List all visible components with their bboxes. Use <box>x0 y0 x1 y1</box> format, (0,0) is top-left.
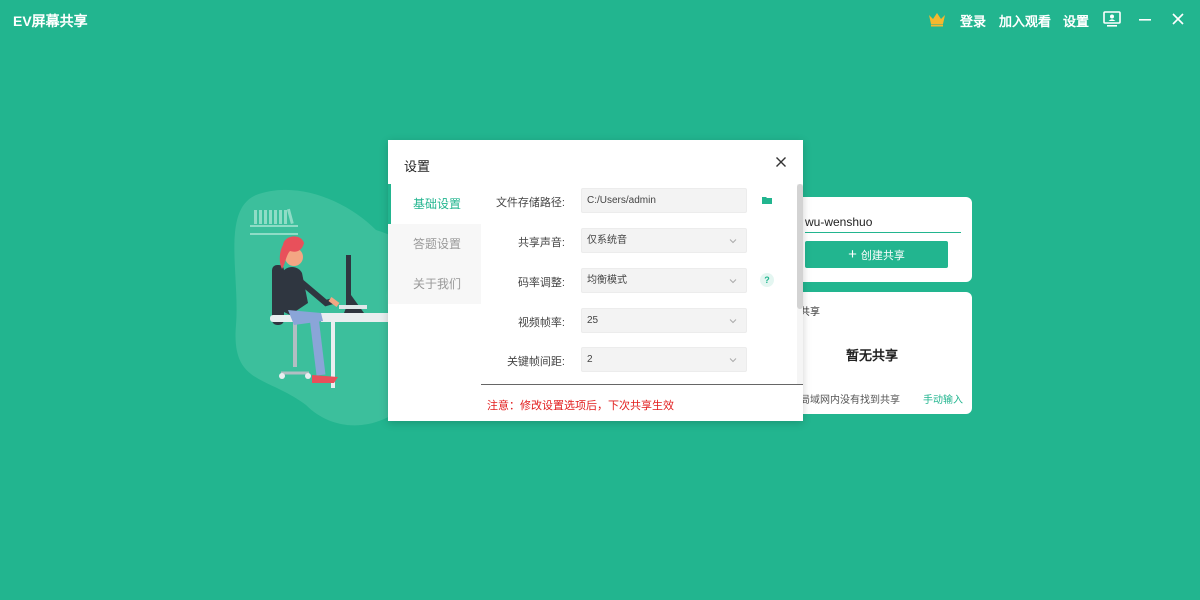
settings-form: 文件存储路径: C:/Users/admin 共享声音: 仅系统音 码率调整: … <box>481 184 803 384</box>
share-audio-label: 共享声音: <box>517 237 565 249</box>
folder-icon[interactable] <box>761 194 773 206</box>
bitrate-select[interactable]: 均衡模式 <box>581 268 747 293</box>
title-bar: EV屏幕共享 登录 加入观看 设置 <box>0 0 1200 38</box>
share-name-input[interactable] <box>805 211 961 233</box>
scrollbar-thumb[interactable] <box>797 184 803 309</box>
frame-rate-select[interactable]: 25 <box>581 308 747 333</box>
chevron-down-icon <box>729 358 737 363</box>
tab-quiz-settings[interactable]: 答题设置 <box>388 224 481 264</box>
join-watch-link[interactable]: 加入观看 <box>999 11 1051 30</box>
settings-notice: 注意：修改设置选项后，下次共享生效 <box>487 400 674 412</box>
keyframe-interval-select[interactable]: 2 <box>581 347 747 372</box>
crown-icon[interactable] <box>927 11 947 27</box>
tab-basic-settings[interactable]: 基础设置 <box>388 184 481 224</box>
lan-hint-text: 局域网内没有找到共享 <box>800 395 900 406</box>
share-audio-select[interactable]: 仅系统音 <box>581 228 747 253</box>
plus-icon: + <box>848 246 857 263</box>
tab-about-us[interactable]: 关于我们 <box>388 264 481 304</box>
storage-path-label: 文件存储路径: <box>495 197 565 209</box>
frame-rate-value: 25 <box>587 315 599 326</box>
chevron-down-icon <box>729 319 737 324</box>
settings-scrollbar[interactable] <box>797 184 803 384</box>
share-audio-value: 仅系统音 <box>587 235 627 246</box>
bitrate-label: 码率调整: <box>517 277 565 289</box>
empty-state-label: 暂无共享 <box>845 348 898 363</box>
login-link[interactable]: 登录 <box>960 11 986 30</box>
keyframe-interval-label: 关键帧间距: <box>506 356 565 368</box>
frame-rate-label: 视频帧率: <box>517 317 565 329</box>
storage-path-field[interactable]: C:/Users/admin <box>581 188 747 213</box>
help-icon[interactable]: ? <box>760 273 774 287</box>
dialog-close-icon[interactable] <box>773 154 789 170</box>
create-share-label: 创建共享 <box>860 249 905 262</box>
app-title: EV屏幕共享 <box>13 13 88 29</box>
settings-link[interactable]: 设置 <box>1063 11 1089 30</box>
notice-divider <box>481 384 803 385</box>
dialog-title: 设置 <box>404 159 431 174</box>
close-icon[interactable] <box>1168 9 1188 29</box>
sidebar-spacer <box>388 304 481 421</box>
chevron-down-icon <box>729 239 737 244</box>
keyframe-interval-value: 2 <box>587 354 593 365</box>
settings-dialog: 设置 基础设置 答题设置 关于我们 文件存储路径: C:/Users/admin… <box>388 140 803 421</box>
monitor-icon[interactable] <box>1102 9 1122 29</box>
share-list-title: 共享 <box>800 307 820 318</box>
chevron-down-icon <box>729 279 737 284</box>
minimize-icon[interactable] <box>1135 9 1155 29</box>
create-share-button[interactable]: + 创建共享 <box>805 241 948 268</box>
bitrate-value: 均衡模式 <box>587 275 627 286</box>
manual-input-link[interactable]: 手动输入 <box>923 391 963 406</box>
settings-sidebar: 基础设置 答题设置 关于我们 <box>388 184 481 421</box>
storage-path-value: C:/Users/admin <box>587 195 656 206</box>
